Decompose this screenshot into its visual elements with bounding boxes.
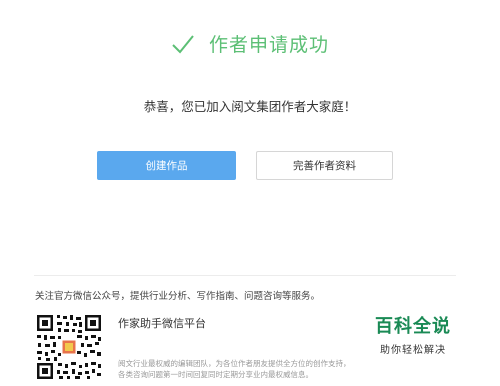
watermark-sub: 助你轻松解决 <box>380 345 446 356</box>
qr-platform-title: 作家助手微信平台 <box>118 317 206 330</box>
qr-desc-line-1: 阅文行业最权威的编辑团队，为各位作者朋友提供全方位的创作支持， <box>118 359 351 368</box>
qr-platform-description: 阅文行业最权威的编辑团队，为各位作者朋友提供全方位的创作支持， 各类咨询问题第一… <box>118 358 378 380</box>
qr-code <box>35 313 103 381</box>
divider <box>34 275 456 276</box>
check-icon <box>172 34 194 53</box>
success-header: 作者申请成功 <box>0 30 500 57</box>
create-work-button[interactable]: 创建作品 <box>97 151 236 180</box>
welcome-message: 恭喜，您已加入阅文集团作者大家庭！ <box>143 99 357 114</box>
complete-profile-button[interactable]: 完善作者资料 <box>256 151 393 180</box>
follow-account-text: 关注官方微信公众号，提供行业分析、写作指南、问题咨询等服务。 <box>35 291 321 302</box>
watermark: 百科全说 助你轻松解决 <box>365 312 461 356</box>
success-title: 作者申请成功 <box>208 34 329 56</box>
qr-desc-line-2: 各类咨询问题第一时间回复同时定期分享业内最权威信息。 <box>118 370 313 379</box>
watermark-main: 百科全说 <box>375 316 451 337</box>
